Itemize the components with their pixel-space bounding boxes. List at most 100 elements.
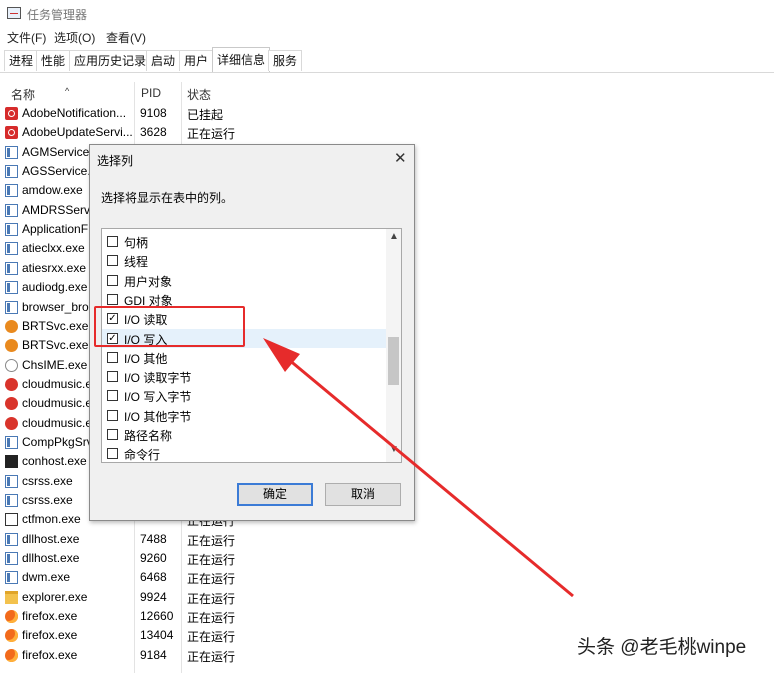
process-status: 正在运行: [187, 572, 236, 587]
window-icon: [5, 281, 18, 295]
window-icon: [5, 474, 18, 488]
checkbox[interactable]: [107, 409, 118, 421]
dialog-title: 选择列: [97, 154, 134, 168]
process-row[interactable]: AdobeUpdateServi... 3628 正在运行: [0, 123, 774, 142]
window-icon: [5, 145, 18, 159]
tab-users[interactable]: 用户: [179, 50, 214, 71]
process-name: dllhost.exe: [22, 531, 80, 546]
column-option[interactable]: I/O 其他字节: [102, 406, 386, 425]
tab-services[interactable]: 服务: [268, 50, 303, 71]
menu-options[interactable]: 选项(O): [54, 29, 95, 46]
window-title: 任务管理器: [27, 8, 88, 22]
console-icon: [5, 455, 18, 469]
option-label: 句柄: [124, 236, 149, 250]
window-icon: [5, 165, 18, 179]
process-status: 正在运行: [187, 630, 236, 645]
column-name[interactable]: 名称: [11, 86, 35, 103]
tab-processes[interactable]: 进程: [4, 50, 39, 71]
cancel-button[interactable]: 取消: [325, 483, 401, 506]
task-manager-icon: [7, 7, 21, 19]
ok-button[interactable]: 确定: [237, 483, 313, 506]
tab-bar: 进程 性能 应用历史记录 启动 用户 详细信息 服务: [0, 47, 774, 73]
firefox-icon: [5, 629, 18, 643]
tab-performance[interactable]: 性能: [36, 50, 71, 71]
column-option[interactable]: 句柄: [102, 232, 386, 251]
process-pid: 9260: [140, 551, 167, 566]
cloudmusic-icon: [5, 397, 18, 411]
option-label: 线程: [124, 255, 149, 270]
option-label: 路径名称: [124, 429, 173, 443]
process-status: 正在运行: [187, 553, 236, 568]
highlight-box: [94, 306, 245, 347]
process-pid: 3628: [140, 125, 167, 140]
option-label: I/O 其他字节: [124, 409, 192, 424]
process-row[interactable]: firefox.exe 12660 正在运行: [0, 607, 774, 626]
close-icon[interactable]: ✕: [394, 149, 407, 167]
window-icon: [5, 435, 18, 449]
checkbox[interactable]: [107, 390, 118, 402]
checkbox[interactable]: [107, 255, 118, 267]
checkbox[interactable]: [107, 429, 118, 440]
tab-details[interactable]: 详细信息: [212, 47, 271, 72]
checkbox[interactable]: [107, 351, 118, 363]
window-icon: [5, 571, 18, 585]
cloudmusic-icon: [5, 377, 18, 391]
option-label: I/O 其他: [124, 351, 168, 366]
tab-startup[interactable]: 启动: [146, 50, 181, 71]
process-row[interactable]: explorer.exe 9924 正在运行: [0, 588, 774, 607]
process-row[interactable]: dllhost.exe 7488 正在运行: [0, 530, 774, 549]
process-status: 正在运行: [187, 127, 236, 142]
pen-icon: [5, 513, 18, 527]
window-icon: [5, 223, 18, 237]
menu-bar: 文件(F) 选项(O) 查看(V): [0, 29, 774, 47]
column-option[interactable]: 用户对象: [102, 271, 386, 290]
scroll-thumb[interactable]: [388, 337, 399, 385]
title-bar: 任务管理器: [0, 0, 774, 26]
column-header-row: 名称 ^ PID 状态: [0, 82, 774, 102]
scroll-down-icon[interactable]: ▼: [389, 444, 399, 455]
process-pid: 9184: [140, 647, 167, 662]
column-option[interactable]: I/O 其他: [102, 348, 386, 367]
checkbox[interactable]: [107, 371, 118, 383]
sort-ascending-icon: ^: [65, 86, 70, 96]
process-pid: 7488: [140, 531, 167, 546]
menu-file[interactable]: 文件(F): [7, 29, 46, 46]
process-row[interactable]: dllhost.exe 9260 正在运行: [0, 549, 774, 568]
tab-app-history[interactable]: 应用历史记录: [69, 50, 152, 71]
firefox-icon: [5, 648, 18, 662]
option-label: I/O 读取字节: [124, 371, 192, 386]
process-status: 正在运行: [187, 591, 236, 606]
column-option[interactable]: I/O 读取字节: [102, 367, 386, 386]
process-pid: 12660: [140, 609, 174, 624]
column-option[interactable]: 路径名称: [102, 425, 386, 444]
process-row[interactable]: dwm.exe 6468 正在运行: [0, 568, 774, 587]
process-row[interactable]: AdobeNotification... 9108 已挂起: [0, 104, 774, 123]
process-name: AdobeUpdateServi...: [22, 125, 133, 140]
ime-icon: [5, 358, 18, 372]
column-option[interactable]: 命令行: [102, 444, 386, 462]
cloudmusic-icon: [5, 416, 18, 430]
checkbox[interactable]: [107, 293, 118, 305]
window-icon: [5, 184, 18, 198]
checkbox[interactable]: [107, 236, 118, 247]
gear-icon: [5, 339, 18, 353]
dialog-description: 选择将显示在表中的列。: [101, 191, 234, 205]
scroll-up-icon[interactable]: ▲: [389, 231, 399, 242]
process-name: AdobeNotification...: [22, 106, 127, 120]
firefox-icon: [5, 610, 18, 624]
window-icon: [5, 300, 18, 314]
column-option[interactable]: 线程: [102, 251, 386, 270]
window-icon: [5, 532, 18, 546]
process-name: firefox.exe: [22, 628, 78, 643]
menu-view[interactable]: 查看(V): [106, 29, 146, 46]
checkbox[interactable]: [107, 448, 118, 460]
process-status: 正在运行: [187, 533, 236, 548]
column-status[interactable]: 状态: [187, 86, 211, 103]
process-pid: 6468: [140, 570, 167, 585]
column-pid[interactable]: PID: [141, 86, 161, 100]
column-option[interactable]: I/O 写入字节: [102, 386, 386, 405]
scrollbar[interactable]: ▲ ▼: [386, 229, 401, 462]
process-status: 正在运行: [187, 611, 236, 626]
process-name: dllhost.exe: [22, 551, 80, 566]
checkbox[interactable]: [107, 274, 118, 286]
